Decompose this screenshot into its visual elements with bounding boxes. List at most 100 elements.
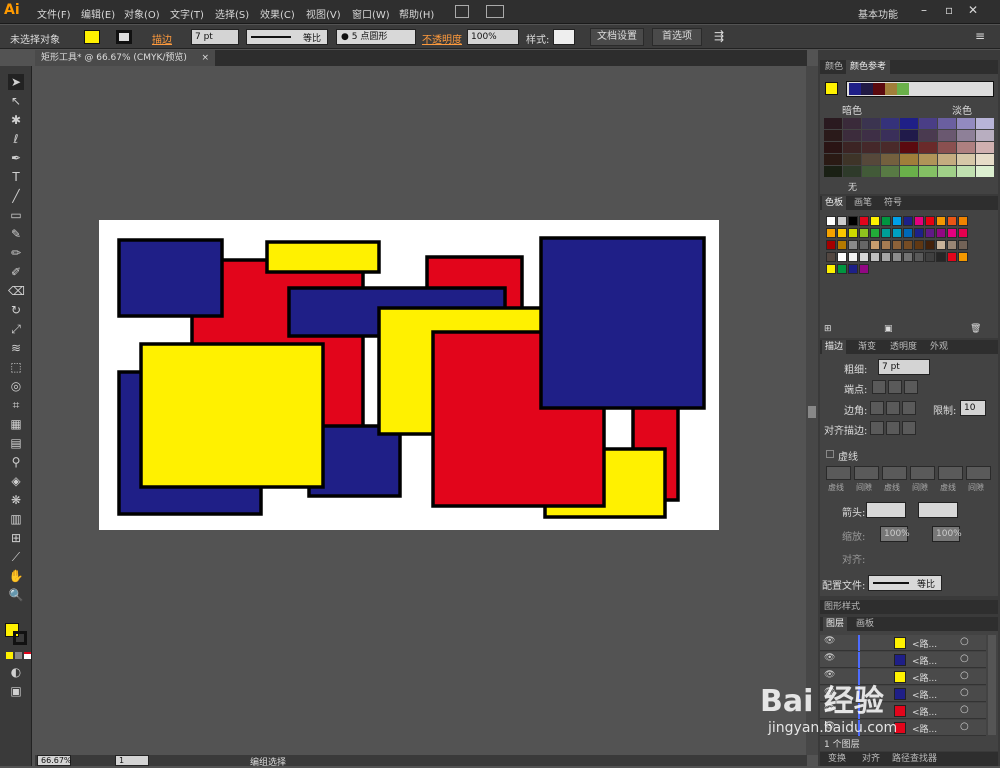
artboard-tool-icon[interactable]: ⊞ xyxy=(8,530,24,546)
dash-field[interactable] xyxy=(826,466,851,480)
zoom-field[interactable]: 66.67% xyxy=(37,755,72,766)
align-outside-icon[interactable] xyxy=(902,421,916,435)
color-variation-swatch[interactable] xyxy=(976,130,994,141)
swatch[interactable] xyxy=(936,240,946,250)
blend-tool-icon[interactable]: ◈ xyxy=(8,473,24,489)
swatch[interactable] xyxy=(936,252,946,262)
shape-yellow-rect[interactable] xyxy=(265,240,381,274)
delete-swatch-icon[interactable]: 🗑 xyxy=(970,324,981,334)
swatch[interactable] xyxy=(837,264,847,274)
draw-mode-icon[interactable]: ◐ xyxy=(8,664,24,680)
tab-layers[interactable]: 图层 xyxy=(823,617,848,631)
swatch[interactable] xyxy=(936,216,946,226)
color-variation-swatch[interactable] xyxy=(881,142,899,153)
swatch[interactable] xyxy=(903,240,913,250)
menu-select[interactable]: 选择(S) xyxy=(215,6,249,21)
color-variation-swatch[interactable] xyxy=(824,142,842,153)
dash-field[interactable] xyxy=(882,466,907,480)
swatch[interactable] xyxy=(892,216,902,226)
rotate-tool-icon[interactable]: ↻ xyxy=(8,302,24,318)
status-mode[interactable]: 编组选择 xyxy=(250,755,286,768)
color-variation-swatch[interactable] xyxy=(919,154,937,165)
tab-color-guide[interactable]: 颜色参考 xyxy=(846,60,891,74)
color-variation-swatch[interactable] xyxy=(976,166,994,177)
swatch[interactable] xyxy=(947,252,957,262)
vertical-scrollbar[interactable] xyxy=(806,66,818,755)
swatch[interactable] xyxy=(947,240,957,250)
color-variation-swatch[interactable] xyxy=(900,142,918,153)
round-join-icon[interactable] xyxy=(886,401,900,415)
shape-blue-rect[interactable] xyxy=(117,238,224,318)
menu-window[interactable]: 窗口(W) xyxy=(352,6,390,21)
color-variation-swatch[interactable] xyxy=(919,166,937,177)
style-swatch[interactable] xyxy=(553,29,575,45)
visibility-eye-icon[interactable]: 👁 xyxy=(824,636,835,646)
menu-edit[interactable]: 编辑(E) xyxy=(81,6,115,21)
color-variation-swatch[interactable] xyxy=(843,154,861,165)
direct-selection-tool-icon[interactable]: ↖ xyxy=(8,93,24,109)
weight-field[interactable]: 7 pt xyxy=(878,359,930,375)
lasso-tool-icon[interactable]: ℓ xyxy=(8,131,24,147)
scale-tool-icon[interactable]: ⤢ xyxy=(8,321,24,337)
swatch[interactable] xyxy=(947,216,957,226)
swatch[interactable] xyxy=(837,240,847,250)
color-variation-swatch[interactable] xyxy=(938,118,956,129)
menu-effect[interactable]: 效果(C) xyxy=(260,6,295,21)
menu-file[interactable]: 文件(F) xyxy=(37,6,71,21)
harmony-rules-dropdown[interactable] xyxy=(846,81,994,97)
color-variation-swatch[interactable] xyxy=(824,166,842,177)
tab-transparency[interactable]: 透明度 xyxy=(890,340,917,354)
swatch[interactable] xyxy=(958,228,968,238)
end-scale-field[interactable]: 100% xyxy=(932,526,962,542)
layer-name[interactable]: <路... xyxy=(912,654,937,667)
tab-artboards[interactable]: 画板 xyxy=(856,617,874,631)
hand-tool-icon[interactable]: ✋ xyxy=(8,568,24,584)
swatch[interactable] xyxy=(892,252,902,262)
color-variation-grid[interactable] xyxy=(824,118,996,178)
symbol-sprayer-tool-icon[interactable]: ❋ xyxy=(8,492,24,508)
shape-yellow-rect[interactable] xyxy=(139,342,325,489)
swatch[interactable] xyxy=(914,228,924,238)
menu-type[interactable]: 文字(T) xyxy=(170,6,204,21)
visibility-eye-icon[interactable]: 👁 xyxy=(824,653,835,663)
color-variation-swatch[interactable] xyxy=(938,154,956,165)
swatch[interactable] xyxy=(958,252,968,262)
tab-align[interactable]: 对齐 xyxy=(862,752,880,766)
color-variation-swatch[interactable] xyxy=(976,118,994,129)
swatch[interactable] xyxy=(936,228,946,238)
swatch[interactable] xyxy=(881,252,891,262)
stroke-label[interactable]: 描边 xyxy=(152,31,172,46)
zoom-tool-icon[interactable]: 🔍 xyxy=(8,587,24,603)
color-variation-swatch[interactable] xyxy=(919,142,937,153)
menu-help[interactable]: 帮助(H) xyxy=(399,6,434,21)
swatch[interactable] xyxy=(848,264,858,274)
gap-field[interactable] xyxy=(966,466,991,480)
pencil-tool-icon[interactable]: ✏ xyxy=(8,245,24,261)
eraser-tool-icon[interactable]: ⌫ xyxy=(8,283,25,299)
eyedropper-tool-icon[interactable]: ⚲ xyxy=(8,454,24,470)
swatch[interactable] xyxy=(881,228,891,238)
butt-cap-icon[interactable] xyxy=(872,380,886,394)
dashed-line-checkbox[interactable] xyxy=(826,450,834,458)
swatch[interactable] xyxy=(859,240,869,250)
type-tool-icon[interactable]: T xyxy=(8,169,24,185)
swatch[interactable] xyxy=(837,216,847,226)
color-variation-swatch[interactable] xyxy=(824,118,842,129)
swatch[interactable] xyxy=(837,252,847,262)
swatch[interactable] xyxy=(848,252,858,262)
miter-join-icon[interactable] xyxy=(870,401,884,415)
shape-blue-rect[interactable] xyxy=(539,236,706,410)
align-inside-icon[interactable] xyxy=(886,421,900,435)
tab-swatches[interactable]: 色板 xyxy=(822,196,847,210)
gradient-tool-icon[interactable]: ▤ xyxy=(8,435,24,451)
target-circle-icon[interactable]: ○ xyxy=(960,636,969,647)
document-tab[interactable]: 矩形工具* @ 66.67% (CMYK/预览) × xyxy=(35,50,215,66)
restore-icon[interactable]: ▫ xyxy=(945,3,953,17)
swatch[interactable] xyxy=(925,216,935,226)
swatch[interactable] xyxy=(870,252,880,262)
color-variation-swatch[interactable] xyxy=(881,154,899,165)
vertical-scroll-thumb[interactable] xyxy=(808,406,816,418)
tab-stroke[interactable]: 描边 xyxy=(822,340,847,354)
color-variation-swatch[interactable] xyxy=(843,130,861,141)
canvas[interactable] xyxy=(33,66,806,755)
